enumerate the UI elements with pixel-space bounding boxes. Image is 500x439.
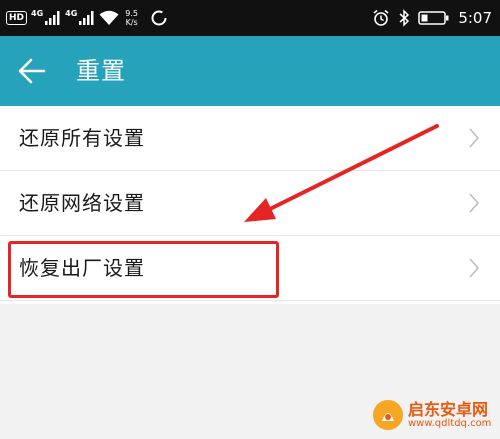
speed-value: 9.5 [125,9,139,18]
network-type-2: 4G [65,8,78,18]
chevron-right-icon [469,258,480,278]
status-time: 5:07 [458,9,492,27]
chevron-right-icon [469,128,480,148]
list-item-reset-all-settings[interactable]: 还原所有设置 [0,106,500,171]
list-item-label: 还原网络设置 [19,191,145,215]
page-title: 重置 [76,57,126,85]
hd-badge: HD [6,11,28,25]
watermark-site-name: 启东安卓网 [408,399,489,419]
watermark-url: www.qdltdq.com [408,417,492,429]
bluetooth-icon [399,9,410,27]
sync-icon [151,10,167,26]
app-bar: 重置 [0,36,500,106]
alarm-icon [373,9,389,26]
status-bar: HD 4G 4G 9.5 K/s 5:07 [0,0,500,36]
back-arrow-icon [18,58,46,84]
network-speed: 9.5 K/s [125,9,138,27]
chevron-right-icon [469,193,480,213]
back-button[interactable] [14,53,50,89]
watermark-logo-icon [373,400,403,430]
battery-icon [418,11,449,25]
status-bar-right: 5:07 [372,0,492,36]
list-item-label: 还原所有设置 [19,126,145,150]
network-type-1: 4G [31,8,44,18]
status-bar-left: HD 4G 4G 9.5 K/s [6,0,168,36]
annotation-highlight-box [8,241,279,298]
wifi-icon [99,10,119,25]
list-item-reset-network-settings[interactable]: 还原网络设置 [0,171,500,236]
signal-icon-2 [79,11,94,25]
signal-icon [45,11,60,25]
watermark-text: 启东安卓网 www.qdltdq.com [408,401,491,430]
watermark: 启东安卓网 www.qdltdq.com [372,399,491,431]
speed-unit: K/s [125,18,138,27]
